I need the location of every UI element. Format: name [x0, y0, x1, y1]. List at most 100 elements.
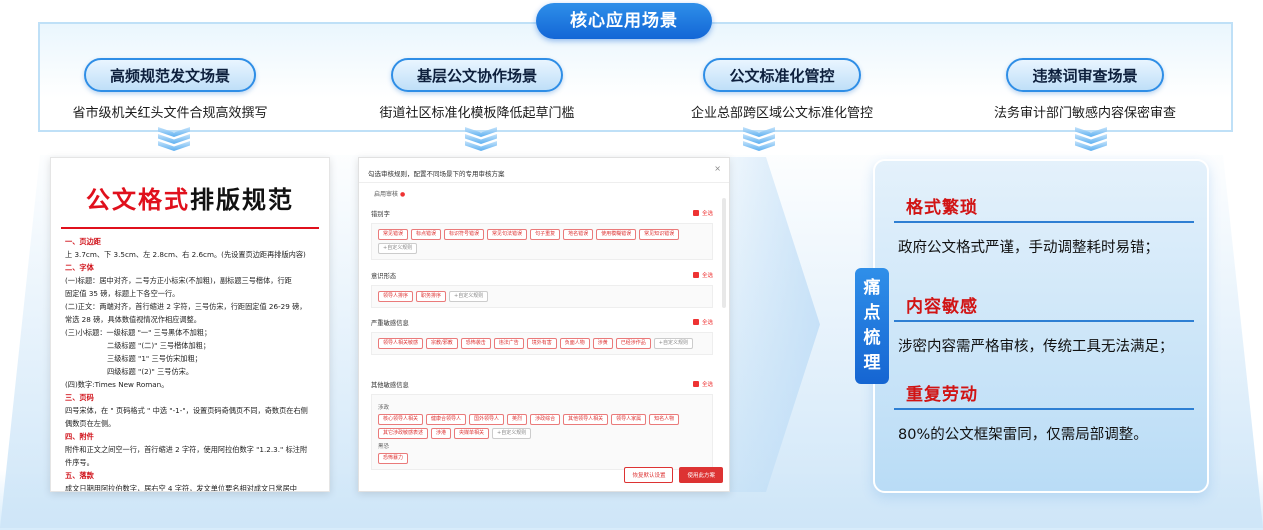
select-all-checkbox[interactable]: 全选	[692, 271, 713, 279]
document-line: 成文日期用阿拉伯数字，居右空 4 字符，发文单位要名相对成文日常居中	[65, 484, 297, 492]
reset-default-button[interactable]: 恢复默认设置	[624, 467, 674, 483]
rule-tag[interactable]: 英烈	[507, 414, 528, 425]
rule-tag[interactable]: 使用模糊错误	[596, 229, 637, 240]
rule-tag[interactable]: 国外领导人	[469, 414, 505, 425]
scene-card-4: 违禁词审查场景 法务审计部门敏感内容保密审查	[935, 58, 1235, 121]
rule-tag[interactable]: 领导人家属	[611, 414, 647, 425]
pain-point-title: 格式繁琐	[906, 198, 978, 218]
tag-list: 恐怖暴力	[378, 453, 706, 464]
select-all-checkbox[interactable]: 全选	[692, 318, 713, 326]
main-title: 核心应用场景	[536, 3, 712, 39]
tag-list: 领导人相关敏感 宗教/邪教 恐怖袭击 违法广告 境外有害 负面人物 涉黄 已经涉作品 +自定义规…	[378, 338, 706, 349]
rule-tag[interactable]: 常见知识错误	[639, 229, 680, 240]
select-all-label: 全选	[701, 382, 713, 388]
document-line: 固定值 35 磅，标题上下各空一行。	[65, 289, 180, 298]
document-line: (一)标题：居中对齐，二号方正小标宋(不加粗)，副标题三号楷体，行距	[65, 276, 292, 285]
rule-tag-box: 领导人相关敏感 宗教/邪教 恐怖袭击 违法广告 境外有害 负面人物 涉黄 已经涉作品 +自定义规…	[371, 332, 713, 355]
dialog-actions: 恢复默认设置 使用此方案	[624, 467, 723, 483]
info-icon: ●	[399, 191, 406, 198]
rule-tag[interactable]: 其他领导人相关	[563, 414, 609, 425]
document-line: 附件和正文之间空一行，首行缩进 2 字符，使用阿拉伯数字 "1.2.3." 标注…	[65, 445, 308, 454]
format-spec-document: 公文格式排版规范 一、页边距上 3.7cm、下 3.5cm、左 2.8cm、右 …	[50, 157, 330, 492]
document-line: (二)正文：两端对齐，首行缩进 2 字符，三号仿宋，行距固定值 26-29 磅，	[65, 302, 307, 311]
rule-tag[interactable]: 常见句法错误	[487, 229, 528, 240]
select-all-label: 全选	[701, 211, 713, 217]
rule-tag[interactable]: 宗教/邪教	[426, 338, 458, 349]
document-line: (四)数字:Times New Roman。	[65, 380, 169, 389]
rule-tag[interactable]: 涉政综合	[530, 414, 561, 425]
pain-point-desc: 政府公文格式严谨，手动调整耗时易错；	[898, 239, 1159, 256]
rule-tag[interactable]: 领导人排序	[378, 291, 414, 302]
rule-tag[interactable]: 恐怖暴力	[378, 453, 409, 464]
rule-tag[interactable]: 领导人相关敏感	[378, 338, 424, 349]
rule-tag[interactable]: 涉黄	[592, 338, 613, 349]
document-heading: 五、落款	[65, 471, 94, 480]
rule-tag[interactable]: 违法广告	[493, 338, 524, 349]
divider	[359, 182, 729, 183]
review-rules-dialog: 勾选审核规则，配置不同场景下的专用审核方案 × 启用审核 ● 错别字 全选 常见错误…	[358, 157, 730, 492]
rule-tag[interactable]: 健康合领导人	[426, 414, 467, 425]
rule-tag[interactable]: 负面人物	[559, 338, 590, 349]
rule-tag[interactable]: 地名错误	[563, 229, 594, 240]
rule-tag[interactable]: 涉港	[431, 428, 452, 439]
rule-tag-box: 涉政核心领导人相关 健康合领导人 国外领导人 英烈 涉政综合 其他领导人相关 领导人家属 知名…	[371, 394, 713, 470]
rule-tag[interactable]: 已经涉作品	[615, 338, 651, 349]
rule-tag[interactable]: 标识符号错误	[444, 229, 485, 240]
group-label: 涉政	[378, 405, 390, 411]
document-line: 上 3.7cm、下 3.5cm、左 2.8cm、右 2.6cm。(先设置页边距再…	[65, 250, 306, 259]
close-icon[interactable]: ×	[714, 164, 721, 173]
rule-tag[interactable]: 恐怖袭击	[460, 338, 491, 349]
scene-desc: 街道社区标准化模板降低起草门槛	[379, 106, 575, 121]
section-name: 严重敏感信息	[371, 320, 409, 327]
rule-tag[interactable]: 央媒单相关	[454, 428, 490, 439]
document-heading: 二、字体	[65, 263, 94, 272]
add-custom-rule-button[interactable]: +自定义规则	[492, 428, 532, 439]
apply-plan-button[interactable]: 使用此方案	[679, 467, 723, 483]
section-name: 意识形态	[371, 273, 397, 280]
document-body: 一、页边距上 3.7cm、下 3.5cm、左 2.8cm、右 2.6cm。(先设…	[51, 235, 329, 492]
underline	[894, 221, 1194, 223]
add-custom-rule-button[interactable]: +自定义规则	[449, 291, 489, 302]
rule-section: 严重敏感信息 全选领导人相关敏感 宗教/邪教 恐怖袭击 违法广告 境外有害 负面人物 涉黄 已经…	[371, 318, 713, 355]
scrollbar[interactable]	[722, 198, 726, 308]
rule-tag[interactable]: 境外有害	[526, 338, 557, 349]
dialog-title: 勾选审核规则，配置不同场景下的专用审核方案	[368, 170, 505, 178]
rule-section: 其他敏感信息 全选涉政核心领导人相关 健康合领导人 国外领导人 英烈 涉政综合 其他领导人相…	[371, 380, 713, 470]
section-name: 其他敏感信息	[371, 382, 409, 389]
rule-tag[interactable]: 标点错误	[411, 229, 442, 240]
rule-tag[interactable]: 其它涉政敏感表述	[378, 428, 429, 439]
document-line: 件序号。	[65, 458, 94, 467]
pain-point-1: 格式繁琐 政府公文格式严谨，手动调整耗时易错；	[894, 193, 1194, 257]
rule-tag[interactable]: 句子重复	[530, 229, 561, 240]
checkbox-icon	[692, 381, 699, 387]
scene-title: 基层公文协作场景	[390, 58, 563, 92]
chevron-down-icon	[465, 127, 497, 157]
pain-point-title: 重复劳动	[906, 385, 978, 405]
rule-tag[interactable]: 常见错误	[378, 229, 409, 240]
add-custom-rule-button[interactable]: +自定义规则	[653, 338, 693, 349]
scene-card-3: 公文标准化管控 企业总部跨区域公文标准化管控	[632, 58, 932, 121]
pain-point-2: 内容敏感 涉密内容需严格审核，传统工具无法满足；	[894, 292, 1194, 356]
red-rule-divider	[61, 227, 319, 229]
rule-tag[interactable]: 知名人物	[649, 414, 680, 425]
rule-tag[interactable]: 核心领导人相关	[378, 414, 424, 425]
document-heading: 三、页码	[65, 393, 94, 402]
tag-list: 常见错误 标点错误 标识符号错误 常见句法错误 句子重复 地名错误 使用模糊错误 常见知识错误…	[378, 229, 706, 254]
document-line: 偶数页在左侧。	[65, 419, 116, 428]
rule-section: 错别字 全选 常见错误 标点错误 标识符号错误 常见句法错误 句子重复 地名错误 使用模糊错误常…	[371, 209, 713, 260]
select-all-label: 全选	[701, 273, 713, 279]
checkbox-icon	[692, 272, 699, 278]
select-all-checkbox[interactable]: 全选	[692, 380, 713, 388]
document-line: 三级标题 "1" 三号仿宋加粗；	[107, 354, 202, 363]
checkbox-icon	[692, 319, 699, 325]
pain-point-desc: 80%的公文框架雷同，仅需局部调整。	[898, 426, 1148, 443]
add-custom-rule-button[interactable]: +自定义规则	[378, 243, 418, 254]
scene-card-1: 高频规范发文场景 省市级机关红头文件合规高效撰写	[20, 58, 320, 121]
rule-tag[interactable]: 职务排序	[416, 291, 447, 302]
document-line: (三)小标题：一级标题 "一" 三号黑体不加粗；	[65, 328, 212, 337]
scene-title: 高频规范发文场景	[83, 58, 256, 92]
pain-point-desc: 涉密内容需严格审核，传统工具无法满足；	[898, 338, 1174, 355]
document-line: 四级标题 "(2)" 三号仿宋。	[107, 367, 194, 376]
document-heading: 一、页边距	[65, 237, 101, 246]
select-all-checkbox[interactable]: 全选	[692, 209, 713, 217]
